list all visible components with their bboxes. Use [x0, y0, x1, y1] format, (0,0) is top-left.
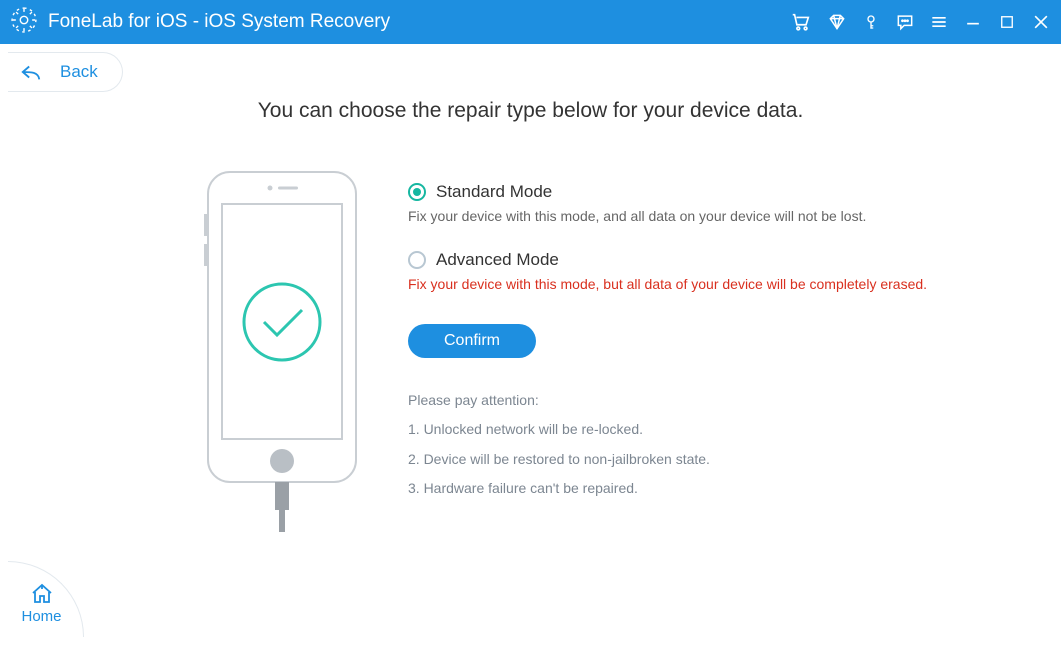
phone-illustration: [188, 164, 368, 539]
attention-title: Please pay attention:: [408, 386, 973, 415]
advanced-mode-desc: Fix your device with this mode, but all …: [408, 276, 973, 292]
diamond-icon[interactable]: [827, 12, 847, 32]
advanced-mode-option[interactable]: Advanced Mode: [408, 250, 973, 270]
advanced-mode-label: Advanced Mode: [436, 250, 559, 270]
attention-block: Please pay attention: 1. Unlocked networ…: [408, 386, 973, 504]
radio-selected-icon: [408, 183, 426, 201]
chat-icon[interactable]: [895, 12, 915, 32]
close-icon[interactable]: [1031, 12, 1051, 32]
attention-item-3: 3. Hardware failure can't be repaired.: [408, 474, 973, 503]
home-icon: [30, 582, 54, 606]
standard-mode-option[interactable]: Standard Mode: [408, 182, 973, 202]
cart-icon[interactable]: [789, 12, 813, 32]
back-arrow-icon: [20, 63, 42, 81]
standard-mode-desc: Fix your device with this mode, and all …: [408, 208, 973, 224]
app-logo-gear-icon: [10, 6, 38, 39]
page-heading: You can choose the repair type below for…: [8, 99, 1053, 123]
back-label: Back: [60, 62, 98, 82]
window-title: FoneLab for iOS - iOS System Recovery: [48, 11, 390, 33]
back-button[interactable]: Back: [8, 52, 123, 92]
standard-mode-label: Standard Mode: [436, 182, 552, 202]
attention-item-2: 2. Device will be restored to non-jailbr…: [408, 445, 973, 474]
radio-unselected-icon: [408, 251, 426, 269]
minimize-icon[interactable]: [963, 12, 983, 32]
home-label: Home: [21, 608, 61, 625]
menu-icon[interactable]: [929, 12, 949, 32]
titlebar: FoneLab for iOS - iOS System Recovery: [0, 0, 1061, 44]
key-icon[interactable]: [861, 12, 881, 32]
confirm-button[interactable]: Confirm: [408, 324, 536, 358]
home-button[interactable]: Home: [8, 561, 84, 637]
maximize-icon[interactable]: [997, 12, 1017, 32]
attention-item-1: 1. Unlocked network will be re-locked.: [408, 415, 973, 444]
